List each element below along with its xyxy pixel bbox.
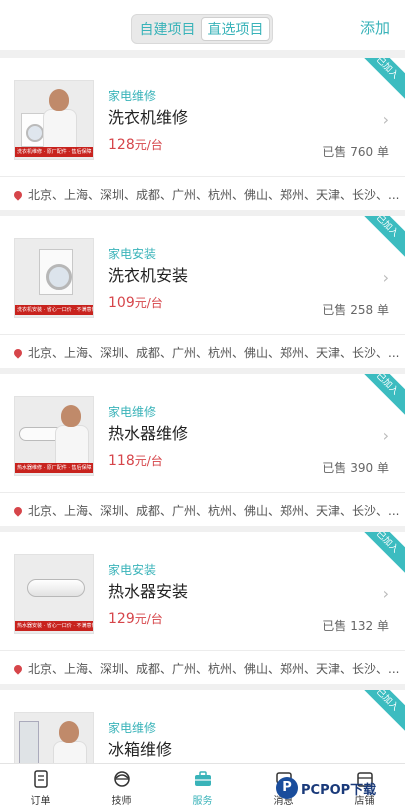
tab-self-built-projects[interactable]: 自建项目 xyxy=(134,17,201,41)
service-card[interactable]: 洗衣机安装 · 省心一口价 · 不满意包退 家电安装 洗衣机安装 109元/台 … xyxy=(0,216,405,368)
location-pin-icon xyxy=(12,662,24,675)
water-heater-icon xyxy=(27,579,85,597)
technician-figure xyxy=(43,109,77,149)
divider xyxy=(0,650,405,651)
service-category: 家电维修 xyxy=(108,721,157,735)
service-title: 热水器维修 xyxy=(108,424,189,443)
technician-figure xyxy=(55,425,89,465)
service-category: 家电安装 xyxy=(108,247,157,261)
chevron-right-icon[interactable]: › xyxy=(383,268,389,287)
thumbnail-caption: 洗衣机安装 · 省心一口价 · 不满意包退 xyxy=(15,305,93,315)
service-card[interactable]: 洗衣机维修 · 原厂配件 · 售后保障 家电维修 洗衣机维修 128元/台 已售… xyxy=(0,58,405,210)
tab-services[interactable]: 服务 xyxy=(162,764,243,811)
service-thumbnail: 热水器维修 · 原厂配件 · 售后保障 xyxy=(14,396,94,476)
toolbox-icon xyxy=(194,770,211,786)
service-category: 家电维修 xyxy=(108,405,157,419)
technician-figure xyxy=(53,741,87,763)
service-title: 洗衣机安装 xyxy=(108,266,189,285)
chevron-right-icon[interactable]: › xyxy=(383,110,389,129)
tab-orders[interactable]: 订单 xyxy=(0,764,81,811)
order-icon xyxy=(33,769,48,788)
service-title: 热水器安装 xyxy=(108,582,189,601)
tab-label: 服务 xyxy=(192,795,213,807)
top-bar: 自建项目 直选项目 添加 xyxy=(0,0,405,50)
watermark-text: PCPOP下载 xyxy=(301,782,377,798)
divider xyxy=(0,492,405,493)
service-cities: 北京、上海、深圳、成都、广州、杭州、佛山、郑州、天津、长沙、... xyxy=(12,344,399,361)
pcpop-logo-icon: P xyxy=(276,777,298,799)
service-thumbnail xyxy=(14,712,94,763)
washing-machine-icon xyxy=(21,113,45,147)
added-badge: 已加入 xyxy=(353,216,405,260)
service-title: 冰箱维修 xyxy=(108,740,173,759)
sold-count: 已售 390 单 xyxy=(322,461,389,475)
service-cities: 北京、上海、深圳、成都、广州、杭州、佛山、郑州、天津、长沙、... xyxy=(12,660,399,677)
thumbnail-caption: 热水器安装 · 省心一口价 · 不满意包退 xyxy=(15,621,93,631)
refrigerator-icon xyxy=(19,721,39,763)
sold-count: 已售 132 单 xyxy=(322,619,389,633)
sold-count: 已售 258 单 xyxy=(322,303,389,317)
service-category: 家电维修 xyxy=(108,89,157,103)
service-category: 家电安装 xyxy=(108,563,157,577)
service-cities: 北京、上海、深圳、成都、广州、杭州、佛山、郑州、天津、长沙、... xyxy=(12,186,399,203)
technician-icon xyxy=(113,770,130,787)
service-price: 109元/台 xyxy=(108,295,163,311)
service-price: 129元/台 xyxy=(108,611,163,627)
sold-count: 已售 760 单 xyxy=(322,145,389,159)
service-card[interactable]: 热水器安装 · 省心一口价 · 不满意包退 家电安装 热水器安装 129元/台 … xyxy=(0,532,405,684)
added-badge: 已加入 xyxy=(353,532,405,576)
service-cities: 北京、上海、深圳、成都、广州、杭州、佛山、郑州、天津、长沙、... xyxy=(12,502,399,519)
divider xyxy=(0,334,405,335)
thumbnail-caption: 洗衣机维修 · 原厂配件 · 售后保障 xyxy=(15,147,93,157)
service-title: 洗衣机维修 xyxy=(108,108,189,127)
added-badge: 已加入 xyxy=(353,374,405,418)
tab-selected-projects[interactable]: 直选项目 xyxy=(201,17,270,41)
location-pin-icon xyxy=(12,346,24,359)
service-card[interactable]: 热水器维修 · 原厂配件 · 售后保障 家电维修 热水器维修 118元/台 已售… xyxy=(0,374,405,526)
tab-technicians[interactable]: 技师 xyxy=(81,764,162,811)
service-price: 118元/台 xyxy=(108,453,163,469)
chevron-right-icon[interactable]: › xyxy=(383,584,389,603)
service-thumbnail: 洗衣机安装 · 省心一口价 · 不满意包退 xyxy=(14,238,94,318)
location-pin-icon xyxy=(12,188,24,201)
chevron-right-icon[interactable]: › xyxy=(383,426,389,445)
watermark: P PCPOP下载 xyxy=(276,768,404,808)
added-badge: 已加入 xyxy=(353,690,405,734)
divider xyxy=(0,176,405,177)
service-thumbnail: 洗衣机维修 · 原厂配件 · 售后保障 xyxy=(14,80,94,160)
added-badge: 已加入 xyxy=(353,58,405,102)
service-price: 128元/台 xyxy=(108,137,163,153)
service-thumbnail: 热水器安装 · 省心一口价 · 不满意包退 xyxy=(14,554,94,634)
location-pin-icon xyxy=(12,504,24,517)
washing-machine-icon xyxy=(39,249,73,295)
tab-label: 技师 xyxy=(111,795,132,807)
add-button[interactable]: 添加 xyxy=(360,17,390,38)
tab-label: 订单 xyxy=(30,795,51,807)
service-card[interactable]: 家电维修 冰箱维修 已加入 xyxy=(0,690,405,763)
thumbnail-caption: 热水器维修 · 原厂配件 · 售后保障 xyxy=(15,463,93,473)
project-segmented-control: 自建项目 直选项目 xyxy=(131,14,273,44)
